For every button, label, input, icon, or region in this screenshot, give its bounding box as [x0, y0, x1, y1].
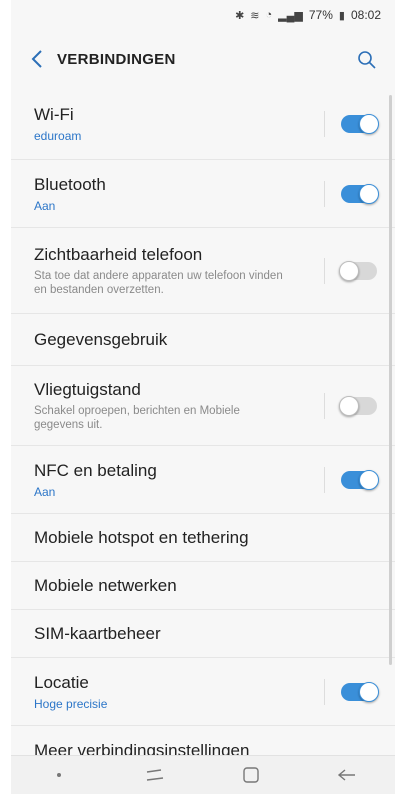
- toggle-knob: [359, 681, 379, 702]
- item-subtitle: Aan: [34, 484, 56, 499]
- list-item-nfc[interactable]: NFC en betaling Aan: [11, 446, 395, 514]
- item-title: NFC en betaling: [34, 460, 157, 480]
- nfc-toggle[interactable]: [341, 469, 379, 490]
- settings-list: Wi-Fi eduroam Bluetooth Aan Zichtbaarhei…: [11, 88, 395, 776]
- phone-screen: ✱ ≋ ◔ ▂▄▆ 77% ▮ 08:02 VERBINDINGEN Wi-Fi…: [11, 0, 395, 794]
- recent-apps-icon[interactable]: [135, 760, 175, 790]
- toggle-wrapper: [324, 180, 379, 207]
- battery-icon: ▮: [338, 9, 345, 22]
- battery-percentage: 77%: [308, 8, 333, 22]
- search-icon[interactable]: [357, 50, 377, 70]
- item-description: Sta toe dat andere apparaten uw telefoon…: [34, 269, 283, 296]
- toggle-knob: [359, 113, 379, 134]
- wifi-toggle[interactable]: [341, 113, 379, 134]
- item-subtitle: eduroam: [34, 128, 82, 143]
- item-subtitle: Hoge precisie: [34, 696, 108, 711]
- item-title: Bluetooth: [34, 174, 106, 194]
- page-title: VERBINDINGEN: [57, 50, 176, 68]
- item-title: SIM-kaartbeheer: [34, 623, 161, 643]
- list-item-hotspot[interactable]: Mobiele hotspot en tethering: [11, 514, 395, 562]
- list-item-airplane-mode[interactable]: Vliegtuigstand Schakel oproepen, bericht…: [11, 366, 395, 446]
- list-item-data-usage[interactable]: Gegevensgebruik: [11, 314, 395, 366]
- divider: [324, 678, 325, 705]
- toggle-wrapper: [324, 466, 379, 493]
- wifi-status-icon: ◔: [265, 9, 273, 21]
- divider: [324, 257, 325, 284]
- toggle-wrapper: [324, 678, 379, 705]
- divider: [324, 466, 325, 493]
- list-item-bluetooth[interactable]: Bluetooth Aan: [11, 160, 395, 228]
- divider: [324, 110, 325, 137]
- divider: [324, 392, 325, 419]
- mute-status-icon: ≋: [250, 9, 260, 22]
- list-item-sim-manager[interactable]: SIM-kaartbeheer: [11, 610, 395, 658]
- dot-indicator-icon: [39, 760, 79, 790]
- back-button-icon[interactable]: [327, 760, 367, 790]
- toggle-wrapper: [324, 392, 377, 419]
- list-item-wifi[interactable]: Wi-Fi eduroam: [11, 88, 395, 160]
- toggle-knob: [359, 469, 379, 490]
- toggle-knob: [339, 395, 359, 416]
- item-title: Mobiele hotspot en tethering: [34, 527, 249, 547]
- item-description: Schakel oproepen, berichten en Mobiele g…: [34, 404, 240, 431]
- location-toggle[interactable]: [341, 681, 379, 702]
- divider: [324, 180, 325, 207]
- item-title: Gegevensgebruik: [34, 329, 168, 349]
- item-title: Mobiele netwerken: [34, 575, 177, 595]
- navigation-bar: [11, 755, 395, 794]
- status-bar: ✱ ≋ ◔ ▂▄▆ 77% ▮ 08:02: [11, 0, 395, 30]
- list-item-mobile-networks[interactable]: Mobiele netwerken: [11, 562, 395, 610]
- bluetooth-status-icon: ✱: [235, 9, 245, 22]
- item-title: Zichtbaarheid telefoon: [34, 244, 203, 264]
- item-title: Locatie: [34, 672, 89, 692]
- item-title: Vliegtuigstand: [34, 379, 141, 399]
- scrollbar[interactable]: [389, 95, 392, 665]
- signal-status-icon: ▂▄▆: [278, 9, 303, 22]
- bluetooth-toggle[interactable]: [341, 183, 379, 204]
- list-item-visibility[interactable]: Zichtbaarheid telefoon Sta toe dat ander…: [11, 228, 395, 314]
- home-button-icon[interactable]: [231, 760, 271, 790]
- back-arrow-icon[interactable]: [17, 30, 57, 88]
- list-item-location[interactable]: Locatie Hoge precisie: [11, 658, 395, 726]
- airplane-mode-toggle[interactable]: [339, 395, 377, 416]
- toggle-wrapper: [324, 110, 379, 137]
- app-header: VERBINDINGEN: [11, 30, 395, 88]
- item-subtitle: Aan: [34, 198, 56, 213]
- visibility-toggle[interactable]: [339, 260, 377, 281]
- toggle-wrapper: [324, 257, 377, 284]
- toggle-knob: [339, 260, 359, 281]
- item-title: Wi-Fi: [34, 104, 74, 124]
- toggle-knob: [359, 183, 379, 204]
- clock: 08:02: [350, 8, 381, 22]
